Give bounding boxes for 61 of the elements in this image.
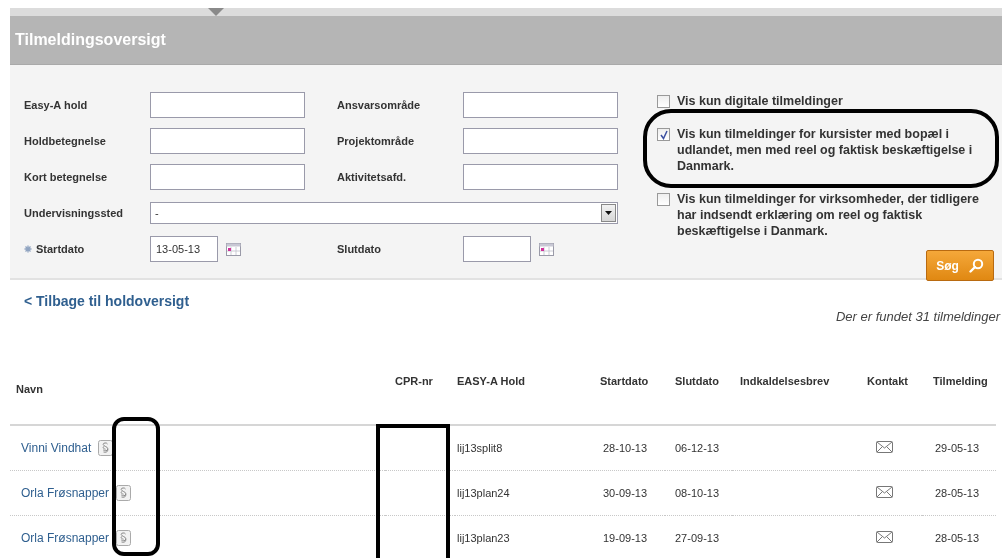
- checkbox-label: Vis kun digitale tilmeldinger: [677, 93, 844, 109]
- dropdown-arrow-icon: [605, 211, 612, 215]
- result-count: Der er fundet 31 tilmeldinger: [835, 309, 1000, 324]
- table-cell: lij13plan24: [455, 470, 590, 515]
- field-label: Aktivitetsafd.: [337, 171, 407, 183]
- check-icon: [658, 129, 669, 140]
- checkbox[interactable]: [657, 95, 670, 108]
- calendar-icon: [226, 242, 241, 256]
- field-label: Ansvarsområde: [337, 99, 421, 111]
- table-cell: lij13plan23: [455, 515, 590, 558]
- column-header: Tilmelding: [922, 350, 996, 425]
- text-field[interactable]: [150, 128, 305, 154]
- table-cell: 08-10-13: [665, 470, 732, 515]
- checkbox-label: Vis kun tilmeldinger for virksomheder, der tidligere har indsendt erklæring om reel og faktisk beskæftigelse i Danmark.: [677, 191, 980, 239]
- table-cell: 30-09-13: [590, 470, 665, 515]
- column-header: Navn: [10, 350, 385, 425]
- text-field[interactable]: [463, 128, 618, 154]
- checkbox-label: Vis kun tilmeldinger for kursister med bopæl i udlandet, men med reel og faktisk beskæftigelse i Danmark.: [677, 126, 974, 174]
- field-label: Slutdato: [337, 243, 381, 255]
- paragraph-icon: [116, 529, 132, 546]
- table-cell: 06-12-13: [665, 425, 732, 470]
- field-label: Startdato: [36, 243, 85, 255]
- text-field[interactable]: [463, 92, 618, 118]
- field-label: Holdbetegnelse: [24, 135, 106, 147]
- field-label: Projektområde: [337, 135, 415, 147]
- name-link[interactable]: Vinni Vindhat: [21, 440, 92, 455]
- checkbox[interactable]: [657, 193, 670, 206]
- field-label: Undervisningssted: [24, 207, 124, 219]
- column-header: Indkaldelsesbrev: [732, 350, 858, 425]
- dropdown-field[interactable]: -: [150, 202, 618, 224]
- text-field[interactable]: [150, 92, 305, 118]
- table-cell: 28-05-13: [922, 470, 996, 515]
- text-field[interactable]: [150, 164, 305, 190]
- calendar-icon: [539, 242, 554, 256]
- table-cell: 28-05-13: [922, 515, 996, 558]
- paragraph-icon: [98, 439, 114, 456]
- date-field[interactable]: 13-05-13: [150, 236, 218, 262]
- column-header: Kontakt: [858, 350, 922, 425]
- paragraph-icon: [116, 484, 132, 501]
- back-link[interactable]: < Tilbage til holdoversigt: [24, 293, 190, 309]
- mail-icon: [876, 440, 893, 453]
- table-cell: 19-09-13: [590, 515, 665, 558]
- column-header: Slutdato: [665, 350, 732, 425]
- column-header: CPR-nr: [385, 350, 455, 425]
- table-cell: 29-05-13: [922, 425, 996, 470]
- search-icon: [968, 258, 984, 273]
- date-field[interactable]: [463, 236, 531, 262]
- column-header: Startdato: [590, 350, 665, 425]
- field-label: Easy-A hold: [24, 99, 88, 111]
- checkbox[interactable]: [657, 128, 670, 141]
- name-link[interactable]: Orla Frøsnapper: [21, 485, 110, 500]
- mail-icon: [876, 530, 893, 543]
- name-link[interactable]: Orla Frøsnapper: [21, 530, 110, 545]
- table-cell: lij13split8: [455, 425, 590, 470]
- table-cell: 28-10-13: [590, 425, 665, 470]
- field-label: Kort betegnelse: [24, 171, 108, 183]
- column-header: EASY-A Hold: [455, 350, 590, 425]
- table-cell: 27-09-13: [665, 515, 732, 558]
- text-field[interactable]: [463, 164, 618, 190]
- page-title: Tilmeldingsoversigt: [15, 31, 166, 49]
- mail-icon: [876, 485, 893, 498]
